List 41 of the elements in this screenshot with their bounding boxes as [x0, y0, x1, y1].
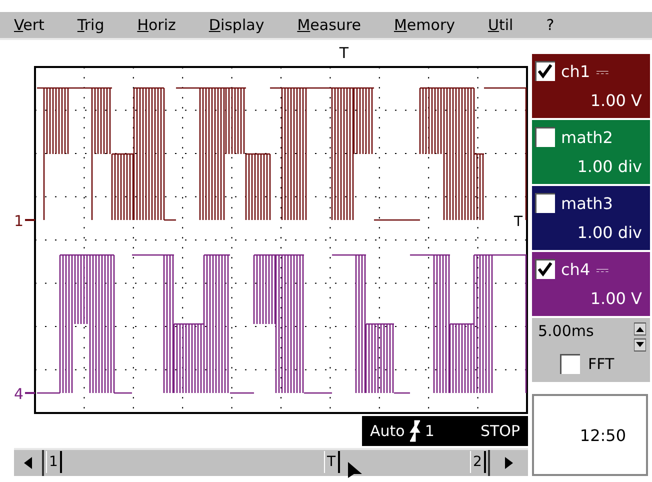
channel-name: ch4 [561, 260, 590, 278]
checkbox[interactable] [535, 259, 555, 279]
channel-panel[interactable]: ch4 ⎓ 1.00 V [532, 252, 650, 316]
coupling-symbol: ⎓ [596, 260, 610, 278]
channel-name: ch1 [561, 62, 590, 80]
channel-scale: 1.00 div [577, 157, 643, 176]
menu-item[interactable]: Util [488, 14, 514, 36]
checkbox[interactable] [560, 354, 580, 374]
menu-item[interactable]: Horiz [137, 14, 176, 36]
menu-item[interactable]: Display [208, 14, 264, 36]
menu-item[interactable]: Vert [14, 14, 44, 36]
trigger-marker: T [339, 44, 349, 62]
trace-end-marker: T [514, 214, 523, 230]
menu-item[interactable]: Memory [394, 14, 455, 36]
channel-scale: 1.00 div [577, 223, 643, 242]
acquisition-state: STOP [480, 422, 520, 440]
checkbox[interactable] [535, 193, 555, 213]
trigger-source: 1 [424, 422, 434, 440]
channel-scale: 1.00 V [590, 91, 643, 110]
checkbox[interactable] [535, 127, 555, 147]
position-marker[interactable]: 1 [46, 451, 62, 473]
checkbox[interactable] [535, 61, 555, 81]
channel-scale: 1.00 V [590, 289, 643, 308]
rising-edge-icon [408, 420, 421, 442]
position-marker[interactable]: 2 [470, 451, 486, 473]
menu-item[interactable]: ? [546, 14, 554, 36]
fft-label: FFT [588, 354, 614, 372]
clock-display: 12:50 [532, 394, 648, 476]
coupling-symbol: ⎓ [596, 62, 610, 80]
trigger-mode: Auto [370, 422, 405, 440]
menu-item[interactable]: Trig [77, 14, 104, 36]
menu-item[interactable]: Measure [297, 14, 361, 36]
channel-name: math3 [561, 194, 613, 212]
spin-up-button[interactable] [634, 322, 646, 336]
mouse-pointer-icon [348, 462, 362, 478]
right-arrow-icon [505, 457, 513, 469]
spin-down-button[interactable] [634, 338, 646, 352]
timebase-value: 5.00ms [538, 322, 595, 342]
channel-name: math2 [561, 128, 613, 146]
left-arrow-icon [24, 457, 32, 469]
position-marker[interactable]: T [324, 451, 340, 473]
